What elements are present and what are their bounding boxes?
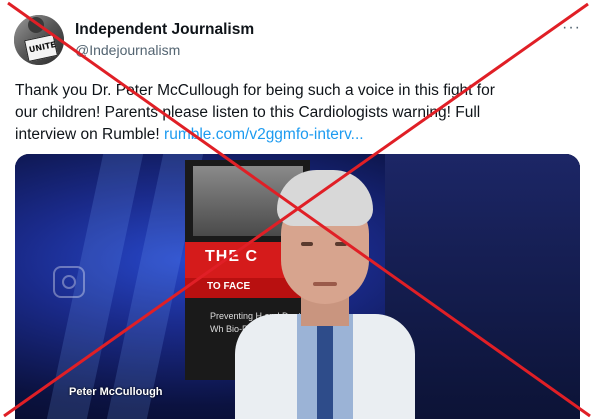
eye	[335, 242, 347, 246]
hair	[277, 170, 373, 226]
avatar-person	[28, 17, 44, 33]
video-media[interactable]: THE C TO FACE Preventing H and Death Wh …	[15, 154, 580, 419]
tweet-text-line: Thank you Dr. Peter McCullough for being…	[15, 82, 495, 99]
tweet-text-line: interview on Rumble! rumble.com/v2ggmfo-…	[15, 124, 575, 146]
mouth	[313, 282, 337, 286]
tweet-text-segment: interview on Rumble!	[15, 126, 165, 143]
video-caption: Peter McCullough	[69, 386, 163, 398]
tweet-text: Thank you Dr. Peter McCullough for being…	[15, 80, 575, 146]
instagram-watermark-dot	[62, 275, 76, 289]
display-name[interactable]: Independent Journalism	[75, 21, 254, 39]
avatar[interactable]: UNITE	[14, 15, 64, 65]
tie	[317, 324, 333, 419]
user-handle[interactable]: @Indejournalism	[75, 42, 180, 58]
tweet-link[interactable]: rumble.com/v2ggmfo-interv...	[164, 126, 364, 143]
speaker-figure	[235, 164, 415, 419]
tweet-card[interactable]: UNITE Independent Journalism @Indejourna…	[0, 0, 594, 419]
eye	[301, 242, 313, 246]
more-options-icon[interactable]: ···	[562, 19, 581, 37]
tweet-text-line: our children! Parents please listen to t…	[15, 104, 481, 121]
avatar-sign-text: UNITE	[28, 39, 57, 55]
